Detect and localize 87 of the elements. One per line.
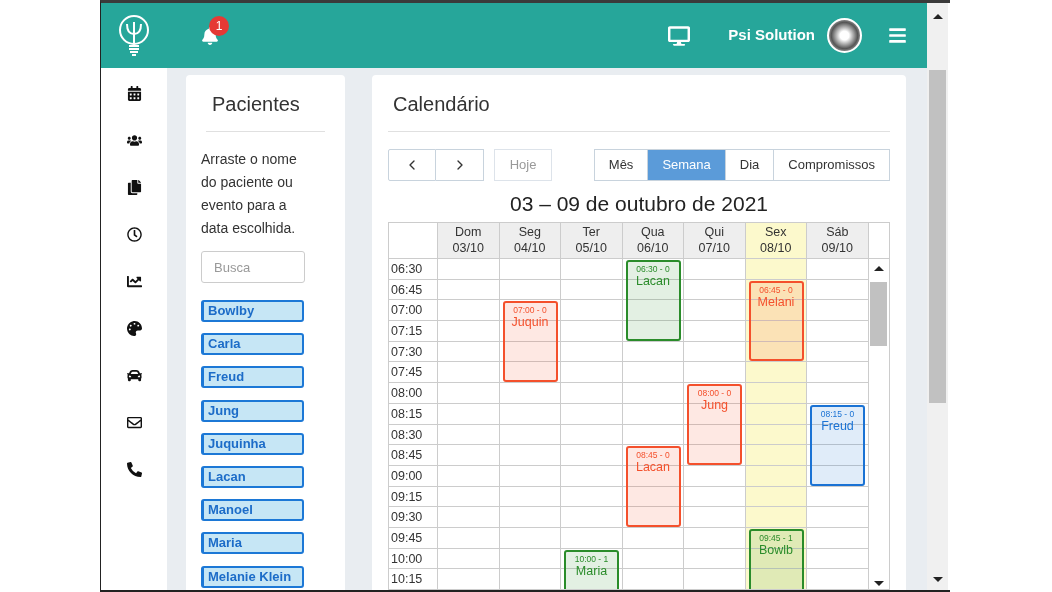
patient-chip[interactable]: Carla bbox=[201, 333, 304, 356]
lightbulb-logo[interactable] bbox=[117, 13, 151, 58]
time-label: 08:00 bbox=[389, 383, 437, 404]
patient-chip[interactable]: Jung bbox=[201, 399, 304, 422]
documents-icon[interactable] bbox=[126, 180, 142, 195]
event-time: 10:00 - 1 bbox=[574, 552, 609, 565]
view-tab[interactable]: Dia bbox=[725, 149, 775, 181]
event-time: 08:00 - 0 bbox=[697, 387, 732, 400]
event-name: Jung bbox=[700, 399, 729, 413]
time-label: 10:15 bbox=[389, 569, 437, 589]
patient-chip[interactable]: Melanie Klein bbox=[201, 565, 304, 588]
day-header: Sex 08/10 bbox=[745, 223, 807, 258]
event-name: Bowlb bbox=[758, 544, 793, 558]
day-header: Seg 04/10 bbox=[499, 223, 561, 258]
time-label: 06:45 bbox=[389, 279, 437, 301]
panel-title: Pacientes bbox=[206, 75, 325, 132]
date-range-title: 03 – 09 de outubro de 2021 bbox=[508, 191, 770, 217]
event-name: Juquin bbox=[511, 316, 549, 330]
scrollbar-thumb[interactable] bbox=[870, 282, 887, 346]
time-label: 10:00 bbox=[389, 548, 437, 570]
patient-chip[interactable]: Manoel bbox=[201, 499, 304, 522]
user-name[interactable]: Psi Solution bbox=[728, 24, 815, 47]
panel-title: Calendário bbox=[388, 75, 890, 132]
view-tab[interactable]: Semana bbox=[648, 149, 726, 181]
notification-badge: 1 bbox=[209, 15, 229, 36]
time-label: 06:30 bbox=[389, 259, 437, 280]
event-time: 07:00 - 0 bbox=[513, 304, 547, 317]
event-time: 06:30 - 0 bbox=[636, 263, 670, 275]
calendar-event[interactable]: 08:00 - 0 Jung bbox=[687, 384, 742, 465]
calendar-icon[interactable] bbox=[126, 86, 142, 101]
palette-icon[interactable] bbox=[126, 321, 142, 336]
page-scrollbar[interactable] bbox=[927, 3, 948, 590]
search-field[interactable]: Busca bbox=[201, 251, 305, 283]
calendar-event[interactable]: 06:30 - 0 Lacan bbox=[625, 260, 681, 341]
day-header: Ter 05/10 bbox=[561, 223, 623, 258]
time-label: 09:15 bbox=[389, 486, 437, 508]
scrollbar-thumb[interactable] bbox=[929, 70, 946, 403]
event-name: Maria bbox=[575, 564, 608, 578]
time-label: 09:45 bbox=[389, 527, 437, 549]
time-label: 07:30 bbox=[389, 341, 437, 363]
scroll-up-icon[interactable] bbox=[873, 266, 884, 271]
day-header: Qua 06/10 bbox=[622, 223, 684, 258]
day-header: Qui 07/10 bbox=[684, 223, 746, 258]
time-label: 08:15 bbox=[389, 403, 437, 425]
event-time: 08:15 - 0 bbox=[820, 407, 855, 420]
view-tab[interactable]: Compromissos bbox=[774, 149, 890, 181]
clock-icon[interactable] bbox=[126, 227, 142, 242]
patient-chip[interactable]: Juquinha bbox=[201, 432, 304, 455]
calendar-event[interactable]: 09:45 - 1 Bowlb bbox=[748, 529, 804, 589]
time-label: 07:00 bbox=[389, 300, 437, 322]
menu-icon[interactable] bbox=[888, 26, 907, 45]
drag-instructions: Arraste o nome do paciente ou evento para a data escolhida. bbox=[201, 150, 298, 238]
event-name: Lacan bbox=[635, 275, 671, 288]
event-name: Melani bbox=[757, 295, 795, 309]
time-label: 08:45 bbox=[389, 445, 437, 466]
scroll-down-icon[interactable] bbox=[932, 577, 943, 582]
event-name: Freud bbox=[821, 419, 854, 433]
patient-chip[interactable]: Lacan bbox=[201, 465, 304, 488]
event-time: 09:45 - 1 bbox=[759, 532, 793, 545]
user-avatar[interactable] bbox=[827, 18, 862, 53]
time-label: 09:30 bbox=[389, 507, 437, 528]
calendar-event[interactable]: 08:15 - 0 Freud bbox=[810, 404, 865, 486]
patient-chip[interactable]: Bowlby bbox=[201, 300, 304, 322]
time-label: 07:15 bbox=[389, 321, 437, 342]
time-label: 09:00 bbox=[389, 465, 437, 487]
scroll-down-icon[interactable] bbox=[873, 581, 884, 586]
calendar-event[interactable]: 08:45 - 0 Lacan bbox=[625, 446, 681, 528]
calendar-event[interactable]: 10:00 - 1 Maria bbox=[564, 549, 619, 589]
chart-icon[interactable] bbox=[126, 274, 142, 289]
event-time: 08:45 - 0 bbox=[636, 449, 670, 462]
calendar-event[interactable]: 07:00 - 0 Juquin bbox=[502, 301, 558, 383]
day-header: Dom 03/10 bbox=[438, 223, 500, 258]
calendar-event[interactable]: 06:45 - 0 Melani bbox=[748, 280, 804, 362]
mail-icon[interactable] bbox=[126, 415, 142, 430]
time-label: 08:30 bbox=[389, 424, 437, 446]
users-icon[interactable] bbox=[126, 133, 142, 148]
patient-chip[interactable]: Freud bbox=[201, 366, 304, 389]
event-name: Lacan bbox=[635, 461, 671, 475]
phone-icon[interactable] bbox=[126, 462, 142, 477]
view-tab[interactable]: Mês bbox=[593, 149, 649, 181]
monitor-icon[interactable] bbox=[668, 25, 691, 46]
event-time: 06:45 - 0 bbox=[759, 283, 793, 296]
scroll-up-icon[interactable] bbox=[932, 14, 943, 19]
time-label: 07:45 bbox=[389, 362, 437, 384]
car-icon[interactable] bbox=[126, 368, 142, 383]
day-header: Sáb 09/10 bbox=[807, 223, 869, 258]
patient-chip[interactable]: Maria bbox=[201, 532, 304, 555]
